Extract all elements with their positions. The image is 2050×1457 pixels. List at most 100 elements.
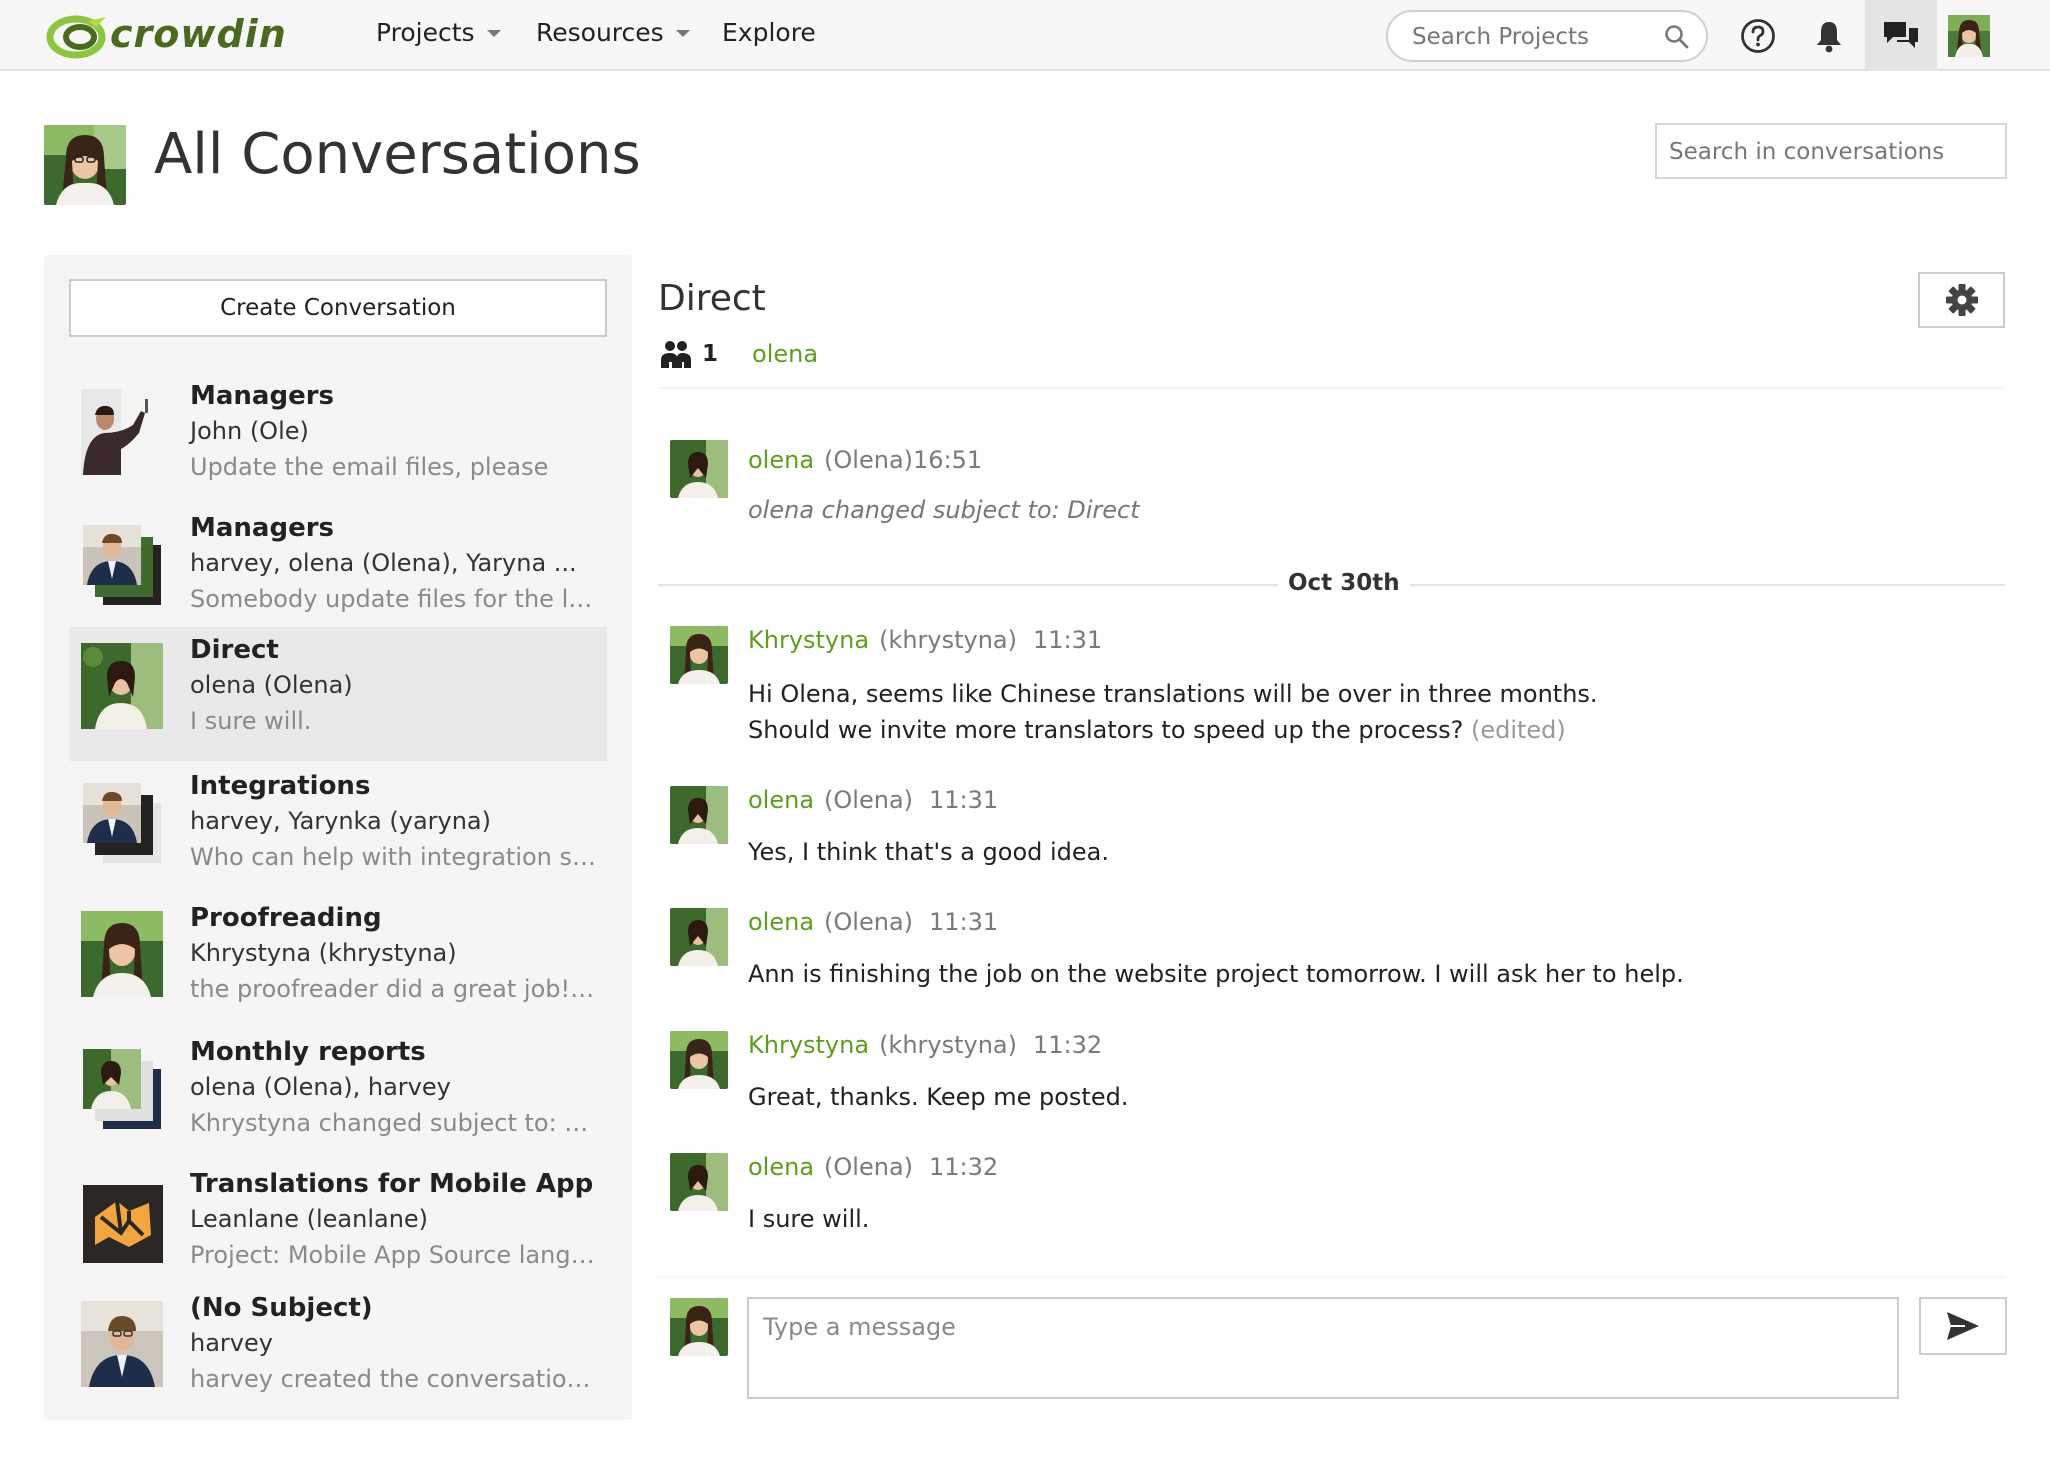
message-author[interactable]: Khrystyna <box>748 1031 869 1059</box>
message-time: 11:31 <box>1033 626 1103 654</box>
message-text: Great, thanks. Keep me posted. <box>748 1083 1129 1111</box>
conversation-members: Khrystyna (khrystyna) <box>190 939 457 967</box>
conversation-list-item[interactable]: Integrations harvey, Yarynka (yaryna) Wh… <box>69 763 607 897</box>
message-avatar[interactable] <box>670 1031 728 1089</box>
gear-icon <box>1945 284 1978 316</box>
message-line: Should we invite more translators to spe… <box>748 716 1464 744</box>
message-text: Ann is finishing the job on the website … <box>748 960 1684 988</box>
conversation-members: harvey, olena (Olena), Yaryna ... <box>190 549 577 577</box>
message-header: olena (Olena) 11:31 <box>748 908 998 936</box>
date-divider-label: Oct 30th <box>1278 570 1410 596</box>
conversation-members: olena (Olena) <box>190 671 353 699</box>
message-composer <box>747 1297 1899 1399</box>
message-time: 16:51 <box>913 446 983 474</box>
conversation-list-item-active[interactable]: Direct olena (Olena) I sure will. <box>69 627 607 761</box>
conversation-list-item[interactable]: Proofreading Khrystyna (khrystyna) the p… <box>69 895 607 1029</box>
conversation-list-panel: Create Conversation Managers John (Ole) … <box>44 255 632 1420</box>
message-avatar[interactable] <box>670 626 728 684</box>
conversation-search-input[interactable] <box>1669 139 1989 165</box>
send-message-button[interactable] <box>1919 1297 2007 1355</box>
conversation-members: Leanlane (leanlane) <box>190 1205 429 1233</box>
chevron-down-icon <box>675 30 690 37</box>
conversation-list-item[interactable]: Managers John (Ole) Update the email fil… <box>69 373 607 507</box>
current-user-avatar <box>44 125 126 205</box>
conversation-preview: the proofreader did a great job! w... <box>190 975 600 1003</box>
conversation-search-box <box>1655 123 2007 179</box>
group-avatar-stack <box>81 779 163 865</box>
message-author[interactable]: olena <box>748 786 814 814</box>
conversation-list-item[interactable]: (No Subject) harvey harvey created the c… <box>69 1285 607 1419</box>
conversation-preview: Somebody update files for the logi... <box>190 585 600 613</box>
message-author[interactable]: olena <box>748 1153 814 1181</box>
project-search-box <box>1386 10 1708 62</box>
message-time: 11:31 <box>929 786 999 814</box>
message-author[interactable]: Khrystyna <box>748 626 869 654</box>
nav-explore-link[interactable]: Explore <box>722 18 816 47</box>
conversation-preview: Who can help with integration set ... <box>190 843 600 871</box>
create-conversation-button[interactable]: Create Conversation <box>69 279 607 337</box>
message-line-2: Should we invite more translators to spe… <box>748 712 1598 748</box>
conversation-subject: Proofreading <box>190 903 382 933</box>
conversation-list-item[interactable]: Managers harvey, olena (Olena), Yaryna .… <box>69 505 607 639</box>
message-header: Khrystyna (khrystyna) 11:31 <box>748 626 1102 654</box>
project-search-input[interactable] <box>1412 24 1652 50</box>
member-count: 1 <box>702 341 719 367</box>
message-time: 11:32 <box>1033 1031 1103 1059</box>
conversation-settings-button[interactable] <box>1918 272 2005 328</box>
message-avatar[interactable] <box>670 786 728 844</box>
conversation-subject: Managers <box>190 381 335 411</box>
logo-swirl-icon <box>46 13 108 59</box>
conversation-subject: Direct <box>190 635 279 665</box>
message-author[interactable]: olena <box>748 446 814 474</box>
group-avatar-stack <box>81 521 163 607</box>
nav-projects-menu[interactable]: Projects <box>376 18 501 47</box>
conversation-list-item[interactable]: Translations for Mobile App Leanlane (le… <box>69 1161 607 1295</box>
message-header: olena (Olena)16:51 <box>748 446 982 474</box>
help-icon[interactable] <box>1734 12 1782 60</box>
user-avatar[interactable] <box>1945 12 1993 60</box>
message-avatar[interactable] <box>670 440 728 498</box>
message-avatar[interactable] <box>670 1153 728 1211</box>
message-avatar[interactable] <box>670 908 728 966</box>
nav-resources-menu[interactable]: Resources <box>536 18 690 47</box>
logo-wordmark: crowdin <box>110 12 287 56</box>
member-link[interactable]: olena <box>752 340 818 368</box>
chat-icon[interactable] <box>1877 12 1925 60</box>
conversation-members: harvey, Yarynka (yaryna) <box>190 807 491 835</box>
message-author[interactable]: olena <box>748 908 814 936</box>
conversation-members: harvey <box>190 1329 273 1357</box>
crowdin-logo[interactable]: crowdin <box>46 12 287 60</box>
conversation-subject: (No Subject) <box>190 1293 373 1323</box>
conversation-avatar <box>81 1301 163 1387</box>
message-author-login: (khrystyna) <box>879 626 1018 654</box>
message-text: Yes, I think that's a good idea. <box>748 838 1110 866</box>
message-author-login: (Olena) <box>824 1153 914 1181</box>
conversation-members: olena (Olena), harvey <box>190 1073 451 1101</box>
message-time: 11:32 <box>929 1153 999 1181</box>
message-text: Hi Olena, seems like Chinese translation… <box>748 676 1598 748</box>
conversation-preview: Update the email files, please <box>190 453 549 481</box>
edited-label: (edited) <box>1470 716 1566 744</box>
project-logo-avatar <box>81 1177 163 1263</box>
message-header: olena (Olena) 11:32 <box>748 1153 998 1181</box>
message-time: 11:31 <box>929 908 999 936</box>
conversation-members: John (Ole) <box>190 417 309 445</box>
search-icon[interactable] <box>1664 24 1690 54</box>
nav-explore-label: Explore <box>722 18 816 47</box>
conversation-list-item[interactable]: Monthly reports olena (Olena), harvey Kh… <box>69 1029 607 1163</box>
composer-divider <box>658 1276 2005 1279</box>
send-icon <box>1947 1312 1979 1340</box>
conversation-subject: Monthly reports <box>190 1037 426 1067</box>
message-input[interactable] <box>763 1313 1873 1383</box>
chevron-down-icon <box>486 30 501 37</box>
system-message-text: olena changed subject to: Direct <box>748 496 1140 524</box>
conversation-avatar <box>81 643 163 729</box>
top-navigation-bar: crowdin Projects Resources Explore <box>0 0 2050 71</box>
conversation-avatar <box>81 911 163 997</box>
message-header: Khrystyna (khrystyna) 11:32 <box>748 1031 1102 1059</box>
conversation-avatar <box>81 389 163 475</box>
nav-resources-label: Resources <box>536 18 664 47</box>
group-avatar-stack <box>81 1045 163 1131</box>
message-header: olena (Olena) 11:31 <box>748 786 998 814</box>
bell-icon[interactable] <box>1805 12 1853 60</box>
